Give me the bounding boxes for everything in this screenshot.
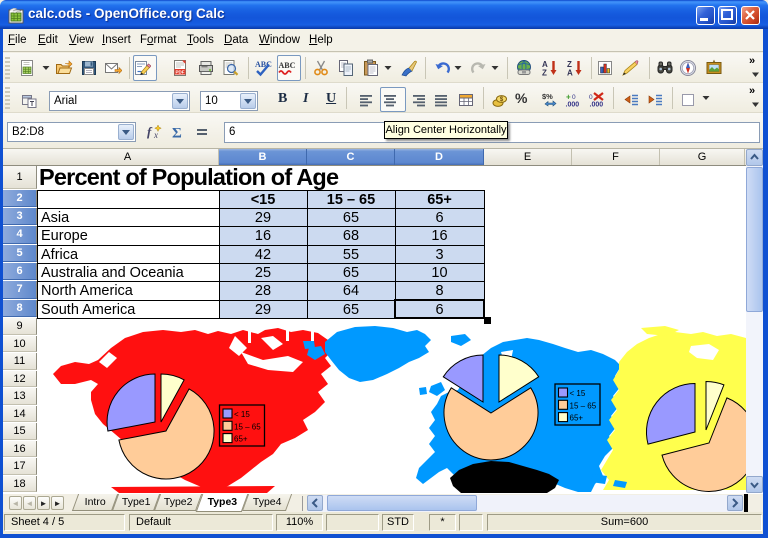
svg-text:f: f xyxy=(147,124,153,139)
svg-text:15 – 65: 15 – 65 xyxy=(570,401,597,410)
svg-text:ABC: ABC xyxy=(255,60,272,69)
svg-text:65+: 65+ xyxy=(234,435,248,444)
svg-text:15 – 65: 15 – 65 xyxy=(234,422,261,431)
svg-text:Z: Z xyxy=(542,69,547,78)
svg-text:< 15: < 15 xyxy=(234,410,250,419)
svg-text:65+: 65+ xyxy=(570,414,584,423)
svg-text:0: 0 xyxy=(589,94,593,101)
svg-text:PDF: PDF xyxy=(176,70,185,75)
svg-text:A: A xyxy=(567,69,573,78)
svg-text:0: 0 xyxy=(572,94,576,101)
svg-text:ABC: ABC xyxy=(279,61,296,70)
svg-text:.000: .000 xyxy=(566,102,580,109)
svg-text:< 15: < 15 xyxy=(570,389,586,398)
svg-text:+: + xyxy=(566,93,571,102)
svg-text:Σ: Σ xyxy=(172,126,182,142)
svg-text:.000: .000 xyxy=(590,102,604,109)
svg-text:x: x xyxy=(153,130,158,140)
svg-text:$%: $% xyxy=(542,92,553,101)
